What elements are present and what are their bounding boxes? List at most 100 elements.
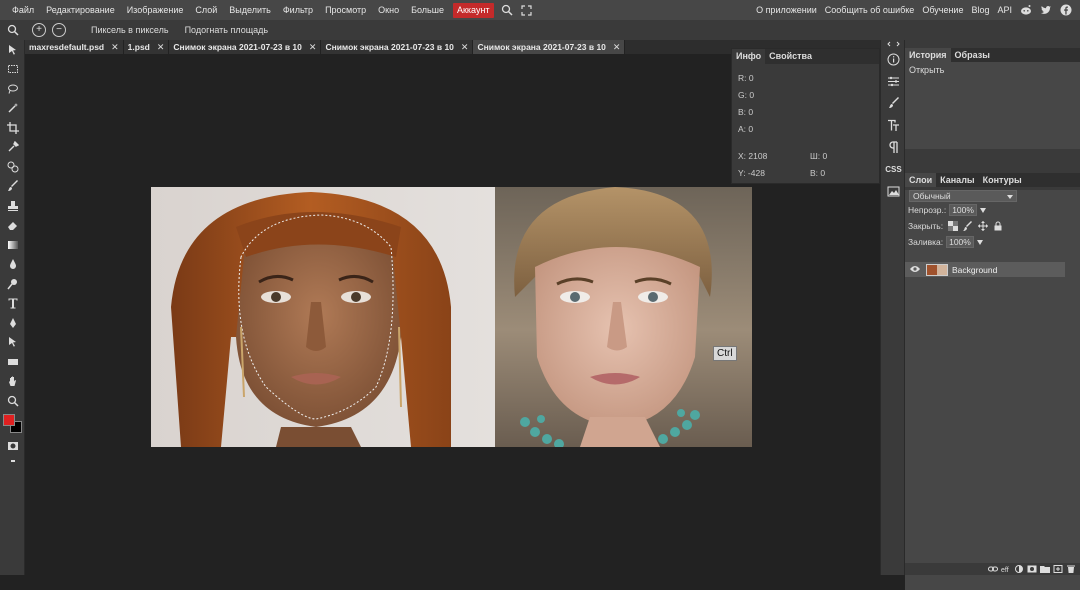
info-icon[interactable] [881,48,906,70]
quick-mask-icon[interactable] [0,437,25,457]
menu-bar: Файл Редактирование Изображение Слой Выд… [0,0,1080,20]
dodge-tool-icon[interactable] [0,274,25,294]
collapse-icon[interactable] [881,40,906,48]
layer-row[interactable]: Background [905,262,1065,277]
new-layer-icon[interactable] [1053,565,1063,573]
menu-image[interactable]: Изображение [121,0,190,20]
zoom-tool-icon [6,23,20,37]
menu-api[interactable]: API [993,0,1016,20]
tools-panel [0,40,25,575]
folder-icon[interactable] [1040,565,1050,573]
twitter-icon[interactable] [1039,3,1053,17]
close-icon[interactable]: ✕ [461,40,469,54]
tab-layers[interactable]: Слои [905,173,937,187]
opacity-input[interactable]: 100% [949,204,977,216]
crop-tool-icon[interactable] [0,118,25,138]
tab-document[interactable]: maxresdefault.psd ✕ [25,40,124,54]
stamp-tool-icon[interactable] [0,196,25,216]
color-swatches[interactable] [0,411,25,437]
document-image[interactable]: Ctrl [151,187,752,447]
menu-view[interactable]: Просмотр [319,0,372,20]
tab-document[interactable]: Снимок экрана 2021-07-23 в 10 ✕ [321,40,474,54]
tab-channels[interactable]: Каналы [936,173,978,187]
lock-transparency-icon[interactable] [947,221,958,232]
menu-window[interactable]: Окно [372,0,405,20]
magic-wand-tool-icon[interactable] [0,99,25,119]
tab-properties[interactable]: Свойства [765,49,816,64]
chevron-down-icon[interactable] [979,207,986,213]
image-icon[interactable] [881,180,906,202]
tab-document[interactable]: 1.psd ✕ [123,40,170,54]
menu-about[interactable]: О приложении [752,0,821,20]
fill-input[interactable]: 100% [946,236,974,248]
menu-edit[interactable]: Редактирование [40,0,121,20]
account-button[interactable]: Аккаунт [452,2,494,18]
close-icon[interactable]: ✕ [111,40,119,54]
info-panel: Инфо Свойства R: 0 G: 0 B: 0 A: 0 X: 210… [731,48,880,184]
screen-mode-icon[interactable] [0,456,25,466]
paragraph-icon[interactable] [881,136,906,158]
tab-paths[interactable]: Контуры [979,173,1026,187]
history-item[interactable]: Открыть [909,65,1076,75]
brush-tool-icon[interactable] [0,177,25,197]
eye-icon[interactable] [910,265,920,275]
mask-icon[interactable] [1027,565,1037,573]
brush-settings-icon[interactable] [881,92,906,114]
close-icon[interactable]: ✕ [613,40,621,54]
lock-position-icon[interactable] [977,221,988,232]
eraser-tool-icon[interactable] [0,216,25,236]
blend-mode-select[interactable]: Обычный [909,190,1017,202]
panel-collapse-bar[interactable] [905,40,1080,48]
adjustment-layer-icon[interactable] [1014,565,1024,573]
marquee-tool-icon[interactable] [0,60,25,80]
close-icon[interactable]: ✕ [309,40,317,54]
menu-filter[interactable]: Фильтр [277,0,319,20]
close-icon[interactable]: ✕ [157,40,165,54]
link-icon[interactable] [988,565,998,573]
gradient-tool-icon[interactable] [0,235,25,255]
reddit-icon[interactable] [1019,3,1033,17]
hand-tool-icon[interactable] [0,372,25,392]
tab-document-active[interactable]: Снимок экрана 2021-07-23 в 10 ✕ [473,40,626,54]
zoom-tool-icon[interactable] [0,391,25,411]
tab-document[interactable]: Снимок экрана 2021-07-23 в 10 ✕ [169,40,322,54]
layer-name[interactable]: Background [952,265,997,275]
menu-blog[interactable]: Blog [967,0,993,20]
pen-tool-icon[interactable] [0,313,25,333]
zoom-in-button[interactable]: + [32,23,46,37]
lock-all-icon[interactable] [992,221,1003,232]
svg-text:eff: eff [1001,567,1009,573]
blur-tool-icon[interactable] [0,255,25,275]
tab-history[interactable]: История [905,48,951,62]
fullscreen-icon[interactable] [519,0,535,20]
menu-layer[interactable]: Слой [189,0,223,20]
pixel-to-pixel-button[interactable]: Пиксель в пиксель [91,25,169,35]
css-icon[interactable]: CSS [881,158,906,180]
move-tool-icon[interactable] [0,40,25,60]
shape-tool-icon[interactable] [0,352,25,372]
adjustments-icon[interactable] [881,70,906,92]
menu-more[interactable]: Больше [405,0,450,20]
menu-file[interactable]: Файл [6,0,40,20]
character-icon[interactable] [881,114,906,136]
path-select-tool-icon[interactable] [0,333,25,353]
tab-images[interactable]: Образы [951,48,994,62]
chevron-down-icon[interactable] [976,239,983,245]
menu-report-bug[interactable]: Сообщить об ошибке [821,0,919,20]
lasso-tool-icon[interactable] [0,79,25,99]
zoom-out-button[interactable]: − [52,23,66,37]
tab-info[interactable]: Инфо [732,49,766,64]
search-icon[interactable] [499,0,515,20]
info-a-value: A: 0 [738,124,754,134]
lock-pixels-icon[interactable] [962,221,973,232]
fit-area-button[interactable]: Подогнать площадь [185,25,269,35]
foreground-color-swatch[interactable] [3,413,15,426]
menu-learn[interactable]: Обучение [918,0,967,20]
effects-icon[interactable]: eff [1001,565,1011,574]
facebook-icon[interactable] [1059,3,1073,17]
type-tool-icon[interactable] [0,294,25,314]
healing-tool-icon[interactable] [0,157,25,177]
trash-icon[interactable] [1066,565,1076,573]
eyedropper-tool-icon[interactable] [0,138,25,158]
menu-select[interactable]: Выделить [223,0,277,20]
